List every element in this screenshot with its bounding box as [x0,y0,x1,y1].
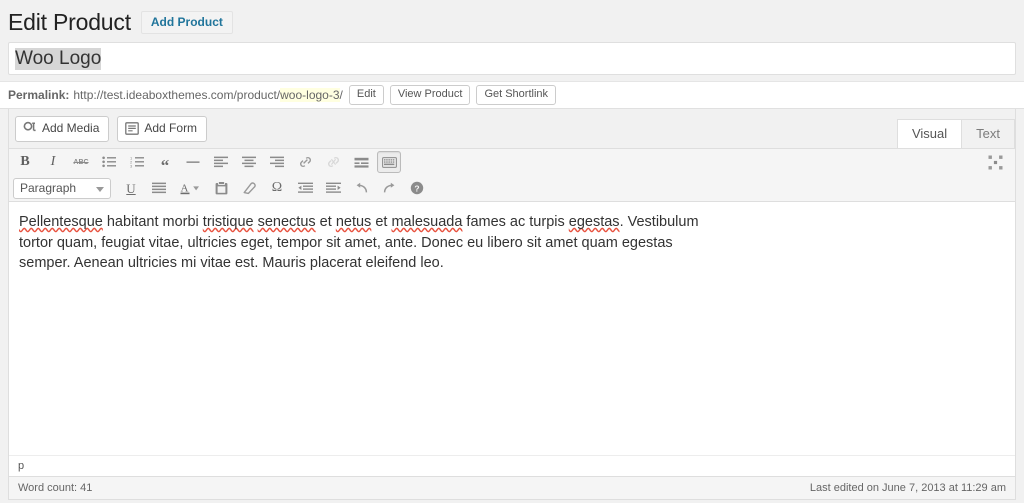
italic-icon[interactable]: I [41,151,65,173]
edit-permalink-button[interactable]: Edit [348,85,384,105]
svg-text:3: 3 [130,163,133,168]
spellcheck-error-word: senectus [257,214,316,230]
tab-text[interactable]: Text [961,119,1015,148]
add-media-label: Add Media [42,120,100,135]
clear-formatting-icon[interactable] [237,177,261,199]
underline-icon[interactable]: U [119,177,143,199]
media-icon [23,121,37,135]
editor-toolbar: B I ABC 1 2 3 “ Paragraph U A Ω ? [9,148,1015,202]
insert-more-tag-icon[interactable] [349,151,373,173]
editor-container: Add Media Add Form Visual Text B I ABC 1… [8,109,1016,500]
editor-status-bar: Word count: 41 Last edited on June 7, 20… [9,476,1015,499]
last-edited: Last edited on June 7, 2013 at 11:29 am [809,482,1006,494]
redo-icon[interactable] [377,177,401,199]
permalink-row: Permalink: http://test.ideaboxthemes.com… [0,81,1024,109]
page-title: Edit Product [8,8,131,35]
blockquote-icon[interactable]: “ [153,151,177,174]
toolbar-row-1: B I ABC 1 2 3 “ [9,149,1015,175]
spellcheck-error-word: netus [335,214,372,230]
align-right-icon[interactable] [265,151,289,173]
add-product-button[interactable]: Add Product [140,10,233,34]
toolbar-row-2: Paragraph U A Ω ? [9,175,1015,201]
strikethrough-icon[interactable]: ABC [69,151,93,173]
spellcheck-error-word: Pellentesque [19,214,103,230]
format-select-value: Paragraph [20,180,77,195]
spellcheck-error-word: tristique [202,214,254,230]
permalink-slug: woo-logo-3 [280,88,340,102]
word-count: Word count: 41 [18,482,93,494]
permalink-trailing-slash: / [339,88,343,102]
keyboard-shortcuts-help-icon[interactable]: ? [405,177,429,199]
editor-mode-tabs: Visual Text [896,119,1015,148]
align-left-icon[interactable] [209,151,233,173]
justify-icon[interactable] [147,177,171,199]
add-form-label: Add Form [144,120,198,135]
product-title-input[interactable] [8,42,1016,75]
add-form-button[interactable]: Add Form [117,115,208,142]
svg-text:?: ? [414,183,419,193]
get-shortlink-button[interactable]: Get Shortlink [476,85,557,105]
bold-icon[interactable]: B [13,151,37,173]
media-buttons-bar: Add Media Add Form Visual Text [9,109,1015,148]
numbered-list-icon[interactable]: 1 2 3 [125,151,149,173]
tab-visual[interactable]: Visual [896,119,963,148]
text-color-icon[interactable]: A [175,177,205,199]
kitchen-sink-icon[interactable] [377,151,401,173]
bullet-list-icon[interactable] [97,151,121,173]
distraction-free-writing-icon[interactable] [983,151,1007,173]
permalink-url: http://test.ideaboxthemes.com/product/wo… [73,88,343,102]
outdent-icon[interactable] [293,177,317,199]
special-character-icon[interactable]: Ω [265,177,289,199]
insert-link-icon[interactable] [293,151,317,173]
permalink-label: Permalink: [8,88,70,102]
element-path: p [18,460,25,472]
form-icon [125,121,140,135]
indent-icon[interactable] [321,177,345,199]
editor-content-area[interactable]: Pellentesque habitant morbi tristique se… [9,202,1015,455]
align-center-icon[interactable] [237,151,261,173]
element-path-bar: p [9,455,1015,476]
view-product-button[interactable]: View Product [389,85,471,105]
undo-icon[interactable] [349,177,373,199]
paste-as-text-icon[interactable] [209,177,233,199]
add-media-button[interactable]: Add Media [15,115,110,142]
permalink-base: http://test.ideaboxthemes.com/product/ [73,88,281,102]
page-header: Edit Product Add Product [0,0,1024,40]
paragraph-format-select[interactable]: Paragraph [13,177,111,199]
horizontal-rule-icon[interactable] [181,151,205,173]
editor-paragraph: Pellentesque habitant morbi tristique se… [19,214,699,271]
spellcheck-error-word: egestas [568,214,620,230]
title-row [0,40,1024,75]
remove-link-icon [321,151,345,173]
chevron-down-icon [96,186,104,192]
spellcheck-error-word: malesuada [391,214,463,230]
